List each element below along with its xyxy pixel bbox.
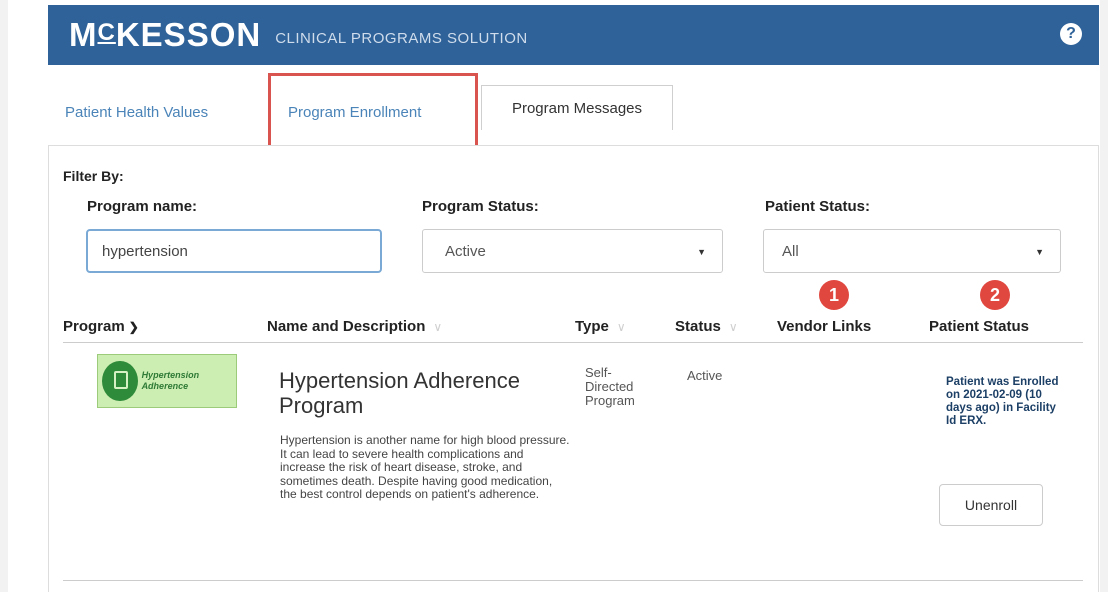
- program-description: Hypertension is another name for high bl…: [280, 433, 570, 501]
- program-name-value: hypertension: [102, 242, 188, 260]
- program-name-input[interactable]: hypertension: [86, 229, 382, 273]
- unenroll-button[interactable]: Unenroll: [939, 484, 1043, 526]
- caret-down-icon: ▼: [1035, 247, 1044, 257]
- program-type: Self-Directed Program: [585, 365, 635, 408]
- column-header-program[interactable]: Program ❯: [63, 318, 139, 335]
- app-title: CLINICAL PROGRAMS SOLUTION: [275, 29, 528, 47]
- table-row-divider: [63, 580, 1083, 581]
- callout-badge-2: 2: [980, 280, 1010, 310]
- table-header-divider: [63, 342, 1083, 343]
- mckesson-logo: MCKESSON: [69, 16, 262, 53]
- program-status: Active: [687, 368, 723, 383]
- tab-program-messages[interactable]: Program Messages: [481, 85, 673, 130]
- program-status-label: Program Status:: [422, 198, 539, 215]
- program-name-label: Program name:: [87, 198, 198, 215]
- column-header-status[interactable]: Status ∨: [675, 318, 738, 335]
- caret-down-icon: ▼: [697, 247, 706, 257]
- column-header-type[interactable]: Type ∨: [575, 318, 626, 335]
- patient-status-select[interactable]: All ▼: [763, 229, 1061, 273]
- app-header: MCKESSON CLINICAL PROGRAMS SOLUTION ?: [48, 5, 1099, 65]
- sort-chevron-icon: ∨: [433, 320, 443, 334]
- column-header-patient-status: Patient Status: [929, 318, 1030, 335]
- filter-heading: Filter By:: [63, 168, 124, 184]
- patient-status-label: Patient Status:: [765, 198, 871, 215]
- sort-chevron-icon: ∨: [728, 320, 738, 334]
- patient-status-value: All: [782, 242, 799, 260]
- program-name: Hypertension Adherence Program: [279, 368, 520, 418]
- callout-badge-1: 1: [819, 280, 849, 310]
- column-header-vendor-links: Vendor Links: [777, 318, 872, 335]
- tab-bar: Patient Health Values Program Enrollment…: [48, 65, 1099, 149]
- patient-status-info: Patient was Enrolled on 2021-02-09 (10 d…: [946, 376, 1059, 427]
- enrollment-panel: Filter By: Program name: Program Status:…: [48, 145, 1099, 592]
- page-frame: MCKESSON CLINICAL PROGRAMS SOLUTION ? Pa…: [0, 0, 1108, 592]
- tab-patient-health-values[interactable]: Patient Health Values: [65, 104, 208, 121]
- program-image-text: Hypertension Adherence: [141, 370, 200, 391]
- program-status-select[interactable]: Active ▼: [422, 229, 723, 273]
- column-header-name-description[interactable]: Name and Description ∨: [267, 318, 442, 335]
- program-image: Hypertension Adherence: [97, 354, 237, 408]
- sort-chevron-icon: ∨: [616, 320, 626, 334]
- tab-program-enrollment[interactable]: Program Enrollment: [288, 104, 421, 121]
- program-logo-icon: [102, 361, 138, 401]
- chevron-down-icon: ❯: [128, 320, 139, 334]
- help-icon[interactable]: ?: [1060, 23, 1082, 45]
- program-status-value: Active: [445, 242, 486, 260]
